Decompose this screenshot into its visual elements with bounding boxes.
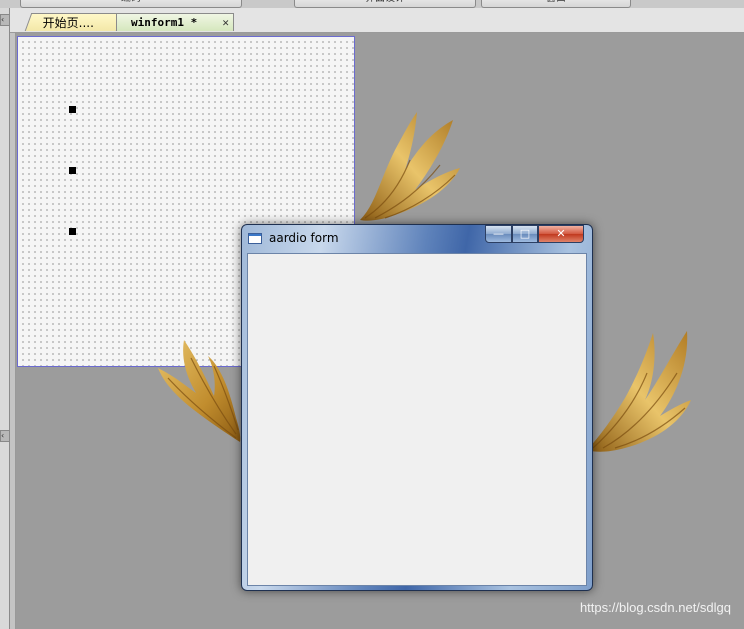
left-panel-upper: ‹ [0, 8, 10, 428]
resize-handle[interactable] [69, 106, 76, 113]
menu-item-code[interactable]: 编码 [20, 0, 242, 8]
panel-collapse-icon[interactable]: ‹ [0, 14, 10, 26]
aardio-form-window[interactable]: aardio form — □ ✕ [241, 224, 593, 591]
tab-start-page-label: 开始页.... [42, 16, 94, 30]
close-tab-icon[interactable]: ✕ [222, 14, 229, 32]
close-window-button[interactable]: ✕ [538, 225, 584, 243]
left-panel-lower: ‹ [0, 428, 10, 629]
menu-item-form-design[interactable]: 界面设计 [294, 0, 476, 8]
wing-decoration-right [587, 331, 691, 452]
minimize-button[interactable]: — [485, 225, 512, 243]
maximize-button[interactable]: □ [512, 225, 538, 243]
tab-winform1[interactable]: winform1 * ✕ [116, 13, 234, 31]
editor-gutter [10, 33, 16, 629]
form-window-icon [248, 233, 262, 244]
watermark-text: https://blog.csdn.net/sdlgq [579, 600, 731, 615]
form-window-title: aardio form [269, 231, 339, 245]
panel-collapse-icon-lower[interactable]: ‹ [0, 430, 10, 442]
top-menu-bar: 编码 界面设计 窗口 [0, 0, 744, 8]
form-client-area[interactable] [247, 253, 587, 586]
document-tab-strip: 开始页.... winform1 * ✕ [0, 8, 744, 33]
menu-item-window[interactable]: 窗口 [481, 0, 631, 8]
wing-decoration-left [158, 340, 241, 442]
resize-handle[interactable] [69, 228, 76, 235]
resize-handle[interactable] [69, 167, 76, 174]
tab-start-page[interactable]: 开始页.... [24, 13, 124, 31]
tab-winform1-label: winform1 * [131, 16, 198, 29]
wing-decoration-top [360, 112, 460, 221]
